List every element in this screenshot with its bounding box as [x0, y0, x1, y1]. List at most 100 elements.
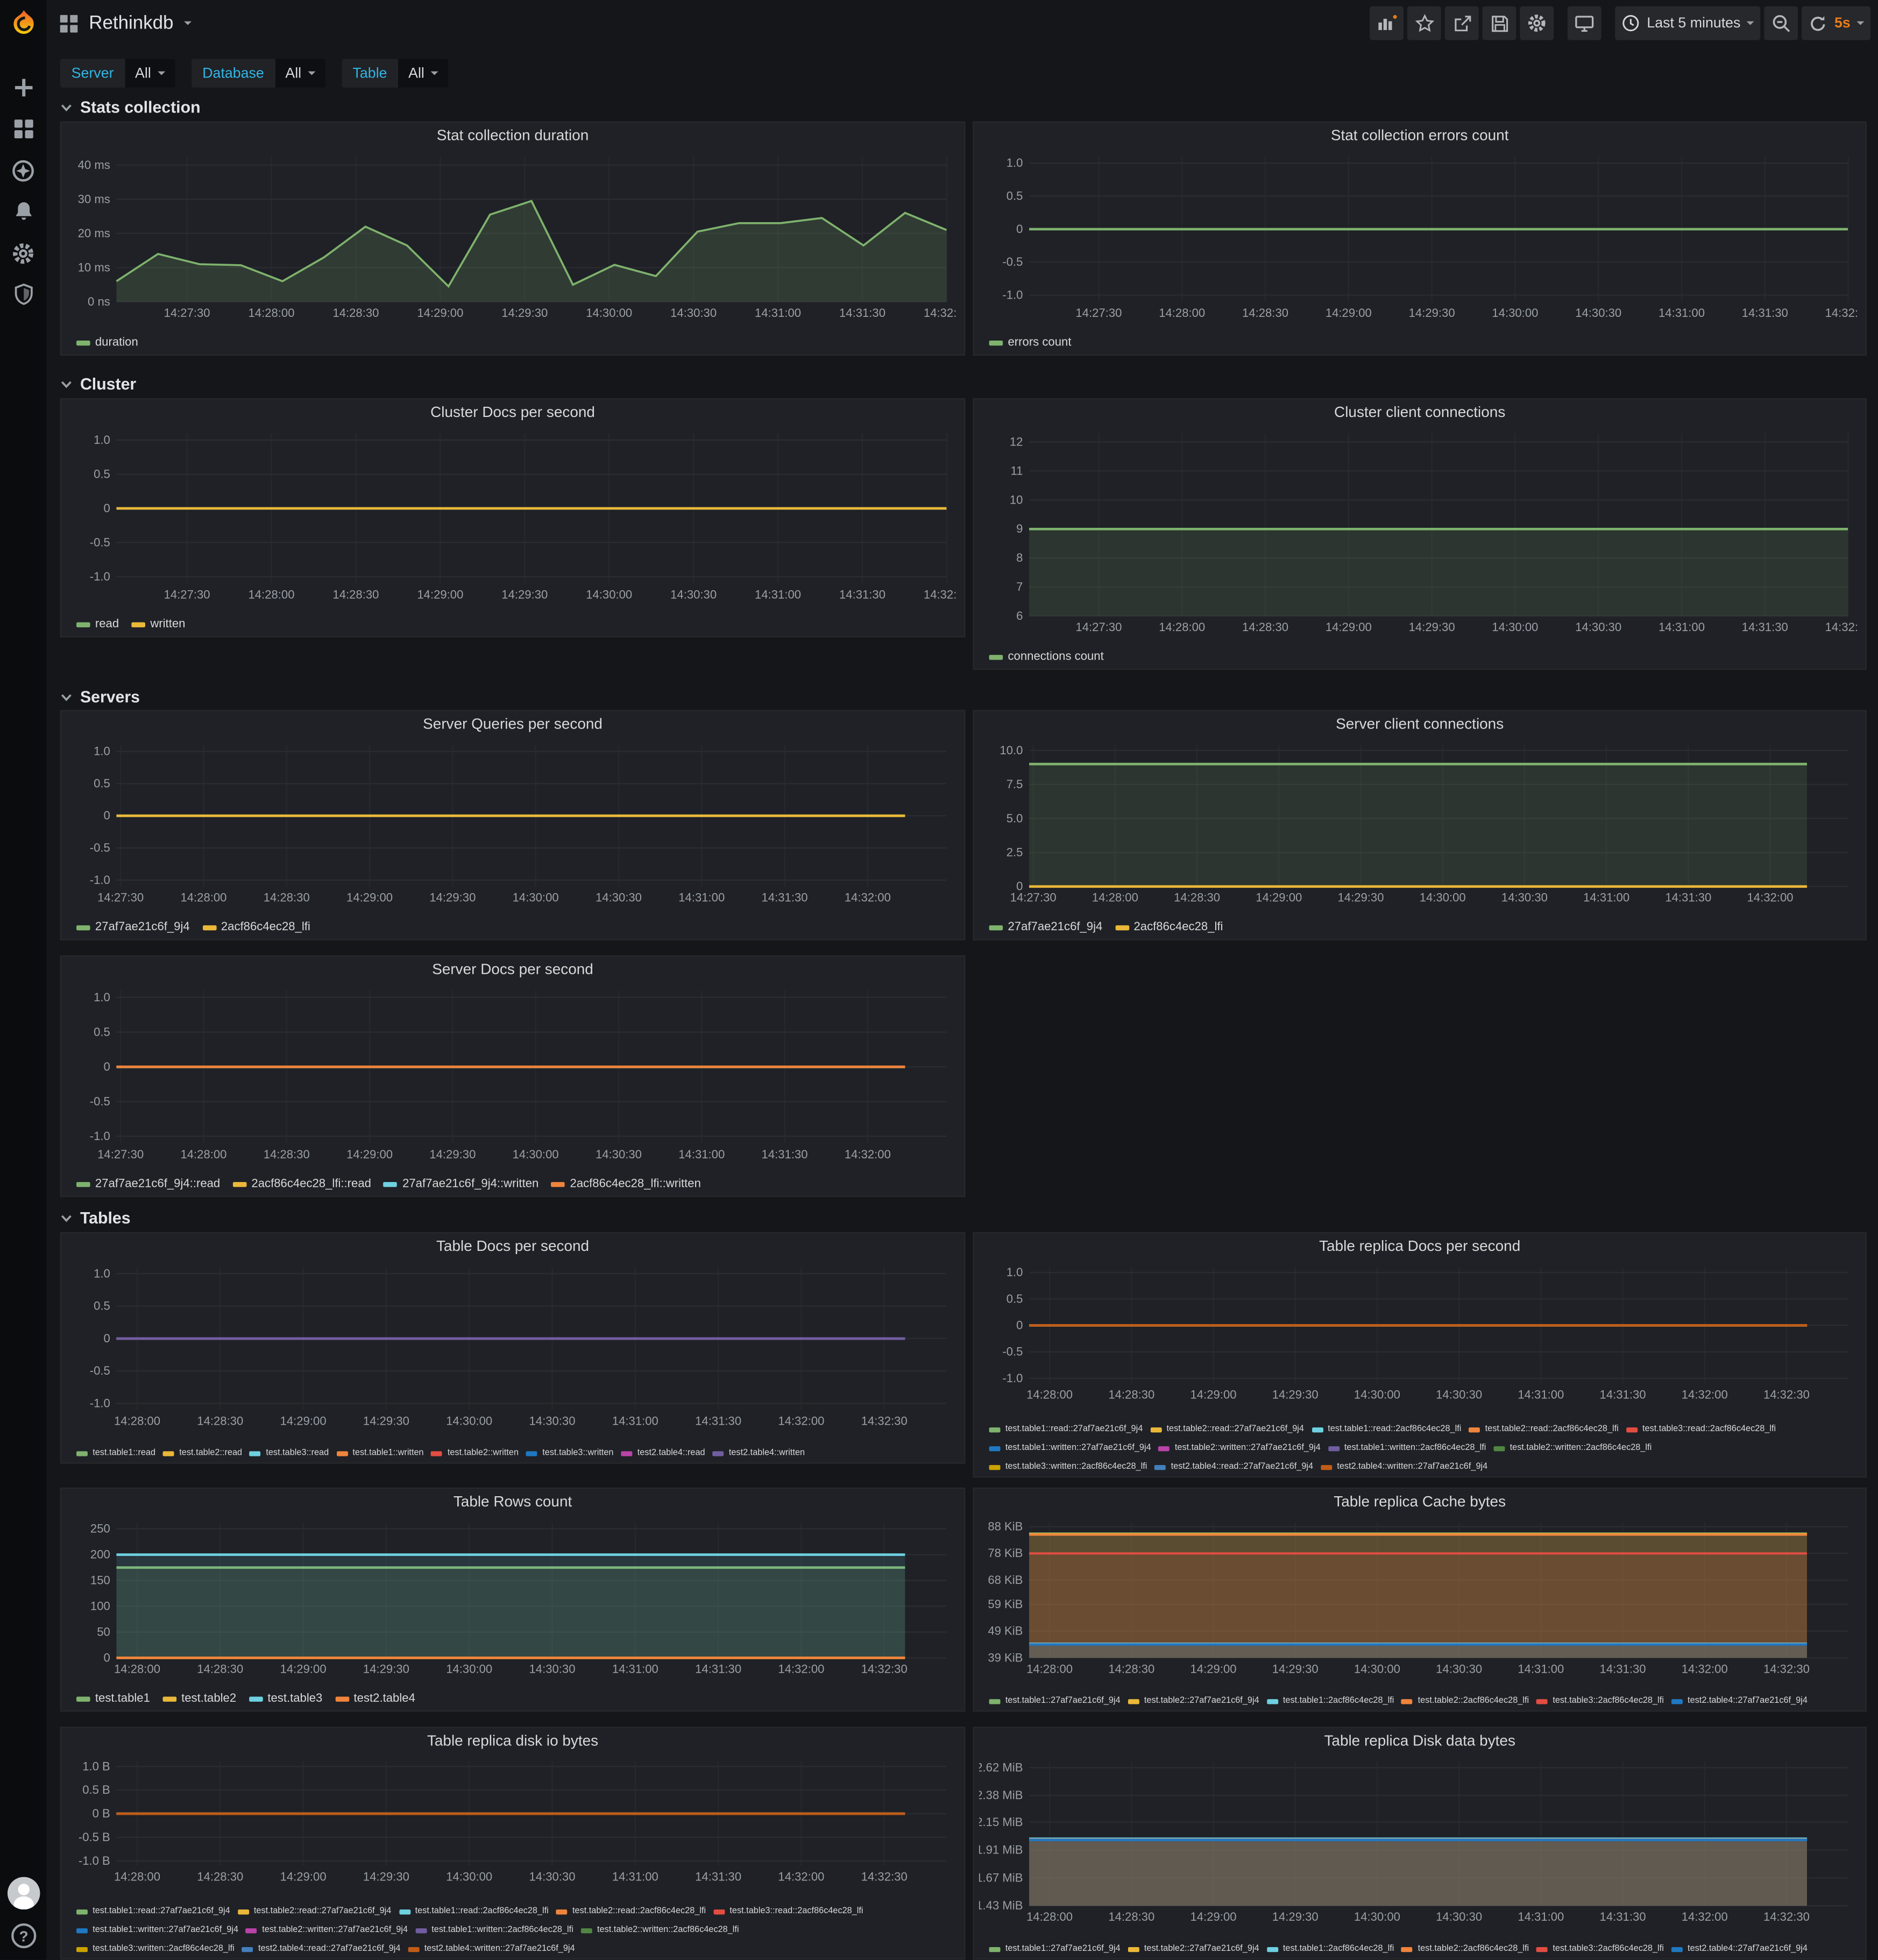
grafana-logo[interactable]	[0, 0, 46, 46]
chart-area[interactable]: 14:27:3014:28:0014:28:3014:29:0014:29:30…	[979, 738, 1858, 907]
server-admin-icon[interactable]	[11, 282, 36, 307]
legend-item[interactable]: test.table1::27af7ae21c6f_9j4	[989, 1697, 1121, 1706]
add-panel-button[interactable]	[1370, 6, 1404, 40]
filter-server[interactable]: Server All	[60, 59, 175, 88]
section-stats-collection[interactable]: Stats collection	[60, 98, 201, 117]
legend-item[interactable]: test.table3::written	[526, 1449, 613, 1457]
filter-table[interactable]: Table All	[342, 59, 448, 88]
create-icon[interactable]	[11, 75, 36, 101]
legend-item[interactable]: test2.table4::read	[621, 1449, 705, 1457]
configuration-icon[interactable]	[11, 240, 36, 266]
legend-item[interactable]: test.table1::read::2acf86c4ec28_lfi	[1312, 1425, 1461, 1434]
legend-item[interactable]: test.table3::written::2acf86c4ec28_lfi	[989, 1462, 1147, 1471]
legend-item[interactable]: test.table2::written::27af7ae21c6f_9j4	[246, 1926, 408, 1934]
legend-item[interactable]: test.table1::27af7ae21c6f_9j4	[989, 1944, 1121, 1953]
legend-item[interactable]: test.table2::written::27af7ae21c6f_9j4	[1159, 1444, 1321, 1452]
legend-item[interactable]: test2.table4::read::27af7ae21c6f_9j4	[1154, 1462, 1313, 1471]
legend-item[interactable]: test.table1::read::27af7ae21c6f_9j4	[76, 1907, 230, 1916]
legend-item[interactable]: test.table2::read::27af7ae21c6f_9j4	[238, 1907, 392, 1916]
explore-icon[interactable]	[11, 158, 36, 183]
legend-item[interactable]: test.table3::read::2acf86c4ec28_lfi	[1626, 1425, 1776, 1434]
legend-item[interactable]: test.table1::read::2acf86c4ec28_lfi	[399, 1907, 548, 1916]
chart-area[interactable]: 14:28:0014:28:3014:29:0014:29:3014:30:00…	[66, 1260, 956, 1430]
legend-item[interactable]: test.table2::2acf86c4ec28_lfi	[1401, 1697, 1529, 1706]
chart-area[interactable]: 14:27:3014:28:0014:28:3014:29:0014:29:30…	[979, 426, 1858, 636]
legend-item[interactable]: test.table1::read	[76, 1449, 155, 1457]
legend-item[interactable]: test.table2::read::2acf86c4ec28_lfi	[1469, 1425, 1618, 1434]
legend-item[interactable]: test.table1::read::27af7ae21c6f_9j4	[989, 1425, 1143, 1434]
save-button[interactable]	[1483, 6, 1517, 40]
legend-item[interactable]: test.table1	[76, 1692, 150, 1706]
legend-item[interactable]: test.table2::written::2acf86c4ec28_lfi	[1493, 1444, 1652, 1452]
legend-item[interactable]: 27af7ae21c6f_9j4::read	[76, 1177, 220, 1191]
legend-item[interactable]: test.table2::written	[431, 1449, 519, 1457]
chart-area[interactable]: 14:28:0014:28:3014:29:0014:29:3014:30:00…	[979, 1260, 1858, 1404]
zoom-out-button[interactable]	[1764, 6, 1798, 40]
legend-item[interactable]: test.table3::written::2acf86c4ec28_lfi	[76, 1944, 235, 1953]
panel-title[interactable]: Table Docs per second	[61, 1233, 964, 1258]
chart-area[interactable]: 14:27:3014:28:0014:28:3014:29:0014:29:30…	[979, 149, 1858, 322]
chart-area[interactable]: 14:28:0014:28:3014:29:0014:29:3014:30:00…	[66, 1754, 956, 1886]
share-button[interactable]	[1445, 6, 1479, 40]
panel-title[interactable]: Server client connections	[974, 711, 1866, 737]
legend-item[interactable]: duration	[76, 336, 138, 350]
time-picker-button[interactable]: Last 5 minutes	[1615, 6, 1760, 40]
dashboard-title-picker[interactable]: Rethinkdb	[59, 12, 191, 34]
panel-title[interactable]: Cluster client connections	[974, 399, 1866, 424]
legend-item[interactable]: test.table1::written::2acf86c4ec28_lfi	[1328, 1444, 1486, 1452]
legend-item[interactable]: errors count	[989, 336, 1072, 350]
legend-item[interactable]: 27af7ae21c6f_9j4	[989, 921, 1103, 935]
legend-item[interactable]: test.table2::written::2acf86c4ec28_lfi	[581, 1926, 739, 1934]
legend-item[interactable]: test.table1::written::27af7ae21c6f_9j4	[989, 1444, 1151, 1452]
legend-item[interactable]: test.table1::written::27af7ae21c6f_9j4	[76, 1926, 238, 1934]
legend-item[interactable]: 27af7ae21c6f_9j4	[76, 921, 190, 935]
panel-title[interactable]: Server Docs per second	[61, 957, 964, 982]
legend-item[interactable]: test.table1::2acf86c4ec28_lfi	[1267, 1697, 1394, 1706]
legend-item[interactable]: test.table1::written::2acf86c4ec28_lfi	[415, 1926, 573, 1934]
legend-item[interactable]: read	[76, 617, 119, 631]
legend-item[interactable]: test.table3::2acf86c4ec28_lfi	[1536, 1697, 1664, 1706]
legend-item[interactable]: 2acf86c4ec28_lfi	[1115, 921, 1223, 935]
chart-area[interactable]: 14:27:3014:28:0014:28:3014:29:0014:29:30…	[66, 983, 956, 1163]
panel-title[interactable]: Table replica Docs per second	[974, 1233, 1866, 1258]
legend-item[interactable]: test2.table4::27af7ae21c6f_9j4	[1671, 1944, 1808, 1953]
legend-item[interactable]: written	[131, 617, 185, 631]
legend-item[interactable]: test.table2::read	[163, 1449, 242, 1457]
legend-item[interactable]: test.table1::written	[336, 1449, 423, 1457]
legend-item[interactable]: test.table1::2acf86c4ec28_lfi	[1267, 1944, 1394, 1953]
legend-item[interactable]: test.table3::2acf86c4ec28_lfi	[1536, 1944, 1664, 1953]
legend-item[interactable]: 2acf86c4ec28_lfi::written	[551, 1177, 701, 1191]
legend-item[interactable]: test.table3	[249, 1692, 322, 1706]
section-cluster[interactable]: Cluster	[60, 374, 136, 393]
legend-item[interactable]: 27af7ae21c6f_9j4::written	[384, 1177, 538, 1191]
help-icon[interactable]: ?	[9, 1922, 37, 1950]
legend-item[interactable]: test.table3::read::2acf86c4ec28_lfi	[713, 1907, 863, 1916]
star-button[interactable]	[1408, 6, 1442, 40]
legend-item[interactable]: test2.table4::written::27af7ae21c6f_9j4	[408, 1944, 575, 1953]
refresh-button[interactable]: 5s	[1802, 6, 1871, 40]
chart-area[interactable]: 14:28:0014:28:3014:29:0014:29:3014:30:00…	[979, 1754, 1858, 1926]
panel-title[interactable]: Stat collection errors count	[974, 123, 1866, 148]
legend-item[interactable]: test.table2::27af7ae21c6f_9j4	[1128, 1697, 1259, 1706]
legend-item[interactable]: test.table2::read::27af7ae21c6f_9j4	[1150, 1425, 1304, 1434]
panel-title[interactable]: Table replica disk io bytes	[61, 1728, 964, 1753]
legend-item[interactable]: test.table2::27af7ae21c6f_9j4	[1128, 1944, 1259, 1953]
legend-item[interactable]: test2.table4::27af7ae21c6f_9j4	[1671, 1697, 1808, 1706]
panel-title[interactable]: Table Rows count	[61, 1489, 964, 1514]
legend-item[interactable]: test.table3::read	[250, 1449, 329, 1457]
panel-title[interactable]: Stat collection duration	[61, 123, 964, 148]
legend-item[interactable]: test2.table4	[335, 1692, 415, 1706]
legend-item[interactable]: 2acf86c4ec28_lfi::read	[233, 1177, 371, 1191]
panel-title[interactable]: Table replica Cache bytes	[974, 1489, 1866, 1514]
legend-item[interactable]: test2.table4::written	[713, 1449, 805, 1457]
legend-item[interactable]: test2.table4::written::27af7ae21c6f_9j4	[1321, 1462, 1487, 1471]
legend-item[interactable]: 2acf86c4ec28_lfi	[202, 921, 310, 935]
panel-title[interactable]: Table replica Disk data bytes	[974, 1728, 1866, 1753]
dashboards-icon[interactable]	[11, 116, 36, 141]
section-tables[interactable]: Tables	[60, 1208, 131, 1227]
user-avatar[interactable]	[7, 1878, 40, 1911]
legend-item[interactable]: test.table2::read::2acf86c4ec28_lfi	[556, 1907, 706, 1916]
legend-item[interactable]: test.table2::2acf86c4ec28_lfi	[1401, 1944, 1529, 1953]
panel-title[interactable]: Cluster Docs per second	[61, 399, 964, 424]
alerting-icon[interactable]	[11, 199, 36, 224]
